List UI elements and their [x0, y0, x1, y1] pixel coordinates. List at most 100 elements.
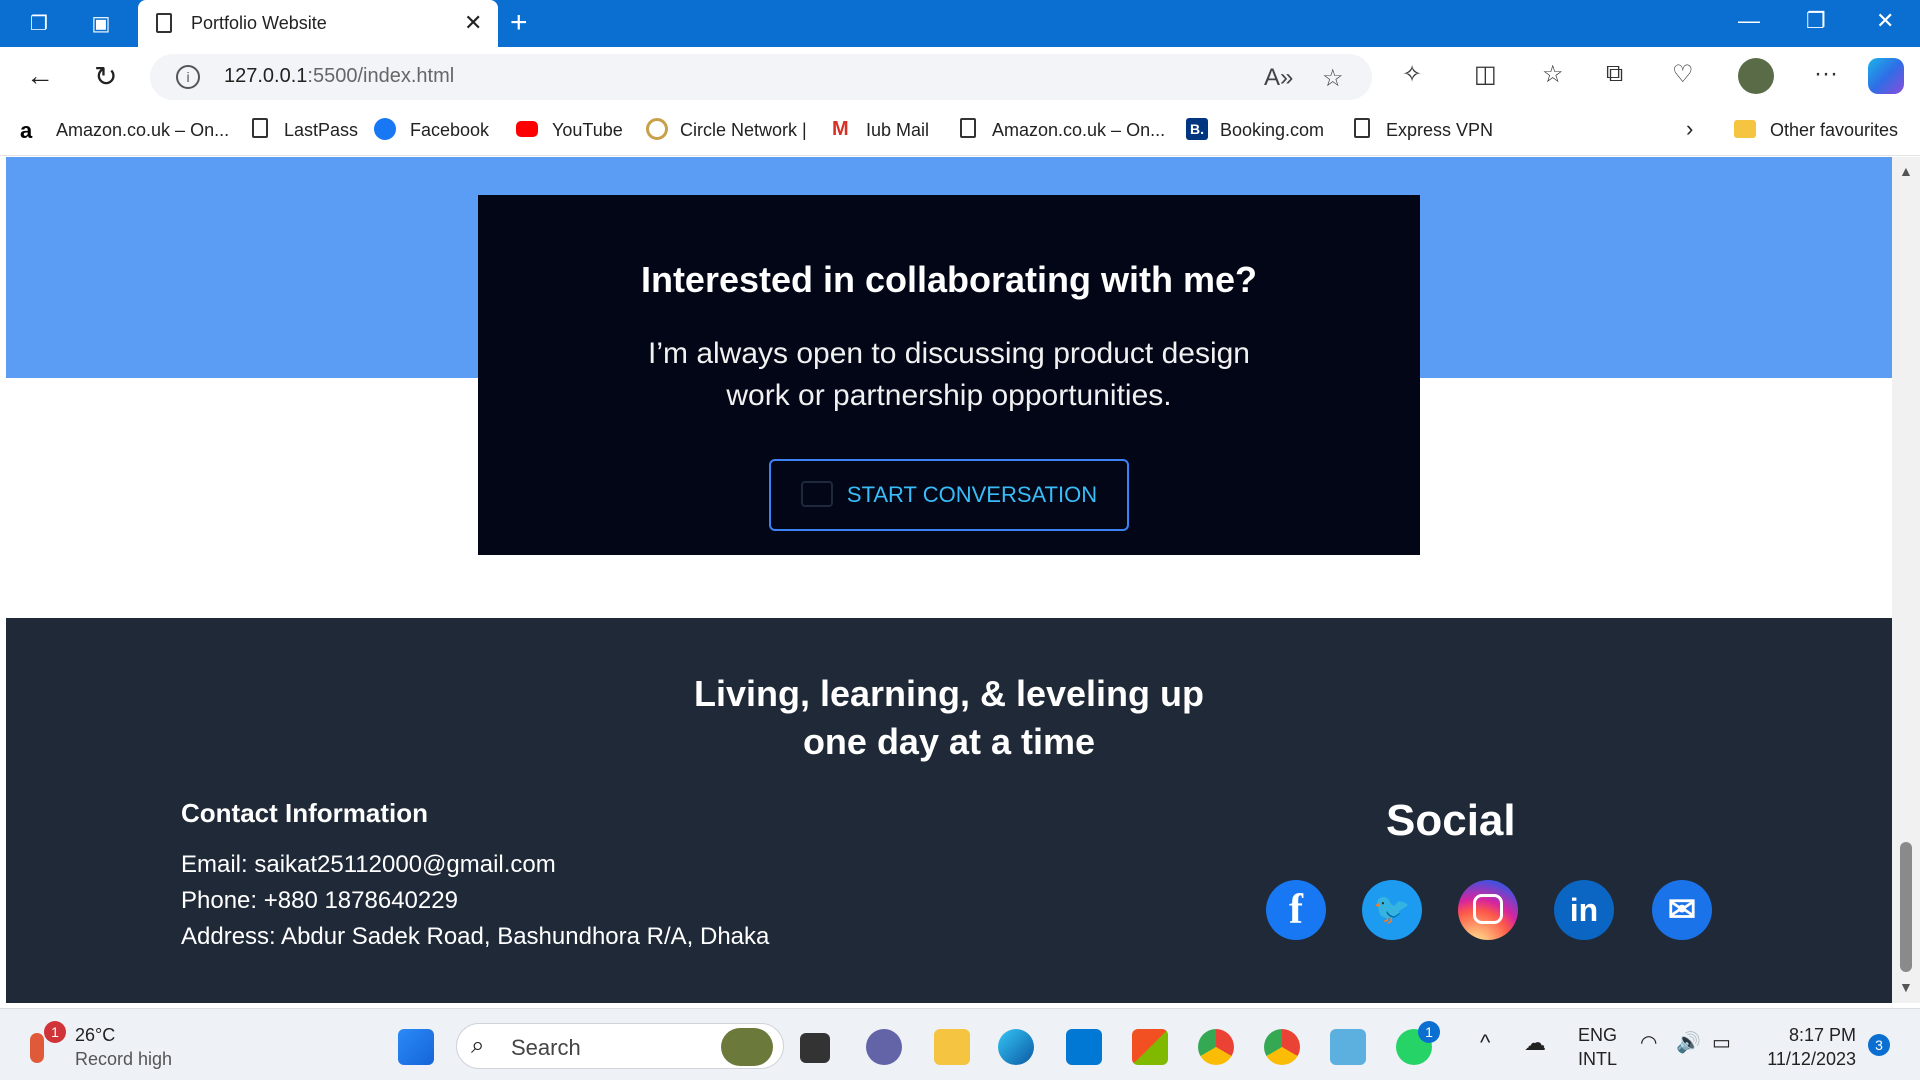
page-scrollbar[interactable]: ▲ ▼ — [1892, 157, 1920, 1003]
scrollbar-thumb[interactable] — [1900, 842, 1912, 972]
facebook-icon[interactable]: f — [1266, 880, 1326, 940]
tab-actions-icon[interactable]: ▣ — [88, 11, 114, 37]
other-favourites[interactable]: Other favourites — [1770, 120, 1898, 141]
favorites-icon[interactable]: ☆ — [1542, 60, 1564, 89]
profile-avatar[interactable] — [1738, 58, 1774, 94]
notification-badge[interactable]: 3 — [1868, 1034, 1890, 1056]
chrome-icon[interactable] — [1198, 1029, 1234, 1065]
contact-phone: Phone: +880 1878640229 — [181, 887, 458, 914]
bookmarks-bar: a Amazon.co.uk – On... LastPass Facebook… — [0, 106, 1920, 156]
taskbar-search[interactable]: ⌕ Search — [456, 1023, 784, 1069]
favorite-star-icon[interactable]: ☆ — [1322, 64, 1344, 93]
weather-widget[interactable]: 26°C Record high — [75, 1023, 172, 1071]
tagline-line-2: one day at a time — [802, 721, 1096, 762]
bookmark-amazon-1[interactable]: Amazon.co.uk – On... — [56, 120, 229, 141]
bookmark-facebook[interactable]: Facebook — [410, 120, 489, 141]
bookmark-circle-network[interactable]: Circle Network | — [680, 120, 807, 141]
language-indicator[interactable]: ENG INTL — [1578, 1023, 1617, 1071]
page-viewport: Interested in collaborating with me? I’m… — [6, 157, 1892, 1003]
bookmark-youtube[interactable]: YouTube — [552, 120, 623, 141]
search-highlight-icon — [721, 1028, 773, 1066]
start-conversation-button[interactable]: START CONVERSATION — [769, 459, 1129, 531]
url-text[interactable]: 127.0.0.1:5500/index.html — [224, 65, 454, 88]
task-view-icon[interactable] — [800, 1033, 830, 1063]
twitter-icon[interactable]: 🐦 — [1362, 880, 1422, 940]
clock-time: 8:17 PM — [1788, 1025, 1856, 1045]
chevron-up-icon[interactable]: ^ — [1480, 1031, 1490, 1055]
search-label: Search — [511, 1035, 581, 1060]
bookmark-booking[interactable]: Booking.com — [1220, 120, 1324, 141]
search-icon: ⌕ — [471, 1032, 485, 1059]
new-tab-button[interactable]: + — [510, 8, 528, 38]
page-icon — [1354, 118, 1370, 138]
social-heading: Social — [1386, 796, 1516, 845]
address-bar[interactable]: i 127.0.0.1:5500/index.html A» ☆ — [150, 54, 1372, 100]
volume-icon[interactable]: 🔊 — [1676, 1031, 1701, 1055]
start-conversation-label: START CONVERSATION — [846, 482, 1098, 507]
bookmark-amazon-2[interactable]: Amazon.co.uk – On... — [992, 120, 1165, 141]
page-icon — [252, 118, 268, 138]
tab-portfolio-website[interactable]: Portfolio Website ✕ — [138, 0, 498, 47]
scroll-down-icon[interactable]: ▼ — [1899, 979, 1913, 995]
chrome-icon[interactable] — [1264, 1029, 1300, 1065]
more-menu-icon[interactable]: ··· — [1814, 60, 1838, 88]
close-window-icon[interactable]: ✕ — [1876, 8, 1894, 34]
vscode-icon[interactable] — [1066, 1029, 1102, 1065]
back-icon[interactable]: ← — [26, 60, 54, 92]
browser-essentials-icon[interactable]: ♡ — [1672, 60, 1694, 89]
onedrive-icon[interactable]: ☁ — [1524, 1031, 1546, 1055]
weather-desc: Record high — [75, 1049, 173, 1069]
minimize-icon[interactable]: — — [1738, 8, 1760, 34]
weather-badge: 1 — [44, 1021, 66, 1043]
wifi-icon[interactable]: ◠ — [1640, 1031, 1657, 1055]
weather-temp: 26°C — [75, 1025, 116, 1045]
youtube-icon — [516, 121, 538, 137]
site-info-icon[interactable]: i — [176, 65, 200, 89]
clock[interactable]: 8:17 PM 11/12/2023 — [1760, 1023, 1856, 1071]
circle-network-icon — [646, 118, 668, 140]
lang-top: ENG — [1578, 1025, 1618, 1045]
bookmark-iub-mail[interactable]: Iub Mail — [866, 120, 929, 141]
copilot-icon[interactable] — [1868, 58, 1904, 94]
instagram-icon[interactable] — [1458, 880, 1518, 940]
extensions-icon[interactable]: ✧ — [1402, 60, 1422, 89]
tab-title: Portfolio Website — [191, 13, 327, 33]
cta-heading: Interested in collaborating with me? — [640, 259, 1258, 300]
contact-information: Contact Information Email: saikat2511200… — [181, 798, 769, 955]
read-aloud-icon[interactable]: A» — [1264, 64, 1293, 92]
close-tab-icon[interactable]: ✕ — [464, 10, 482, 36]
lang-bottom: INTL — [1578, 1049, 1618, 1069]
footer: Living, learning, & leveling up one day … — [6, 618, 1892, 1003]
email-icon[interactable]: ✉ — [1652, 880, 1712, 940]
collections-icon[interactable]: ⧉ — [1606, 60, 1623, 88]
page-icon — [156, 13, 172, 33]
contact-email: Email: saikat25112000@gmail.com — [181, 851, 556, 878]
split-screen-icon[interactable]: ◫ — [1474, 60, 1497, 89]
footer-tagline: Living, learning, & leveling up one day … — [6, 670, 1892, 766]
notepad-icon[interactable] — [1330, 1029, 1366, 1065]
folder-icon — [1734, 120, 1756, 138]
booking-icon: B. — [1186, 118, 1208, 140]
bookmark-express-vpn[interactable]: Express VPN — [1386, 120, 1493, 141]
battery-icon[interactable]: ▭ — [1712, 1031, 1731, 1055]
tagline-line-1: Living, learning, & leveling up — [693, 673, 1205, 714]
contact-heading: Contact Information — [181, 798, 428, 828]
linkedin-icon[interactable]: in — [1554, 880, 1614, 940]
scroll-up-icon[interactable]: ▲ — [1899, 163, 1913, 179]
facebook-icon — [374, 118, 396, 140]
store-icon[interactable] — [1132, 1029, 1168, 1065]
contact-address: Address: Abdur Sadek Road, Bashundhora R… — [181, 923, 770, 950]
start-icon[interactable] — [398, 1029, 434, 1065]
windows-taskbar: 1 26°C Record high ⌕ Search 1 ^ ☁ ENG IN… — [0, 1008, 1920, 1080]
bookmark-lastpass[interactable]: LastPass — [284, 120, 358, 141]
edge-icon[interactable] — [998, 1029, 1034, 1065]
restore-icon[interactable]: ❐ — [1806, 8, 1826, 34]
clock-date: 11/12/2023 — [1767, 1049, 1856, 1069]
file-explorer-icon[interactable] — [934, 1029, 970, 1065]
workspaces-icon[interactable]: ❐ — [26, 11, 52, 37]
gmail-icon: M — [832, 118, 849, 140]
chevron-right-icon[interactable]: › — [1686, 116, 1693, 142]
thermometer-icon[interactable] — [30, 1033, 44, 1063]
teams-icon[interactable] — [866, 1029, 902, 1065]
refresh-icon[interactable]: ↻ — [94, 60, 117, 93]
